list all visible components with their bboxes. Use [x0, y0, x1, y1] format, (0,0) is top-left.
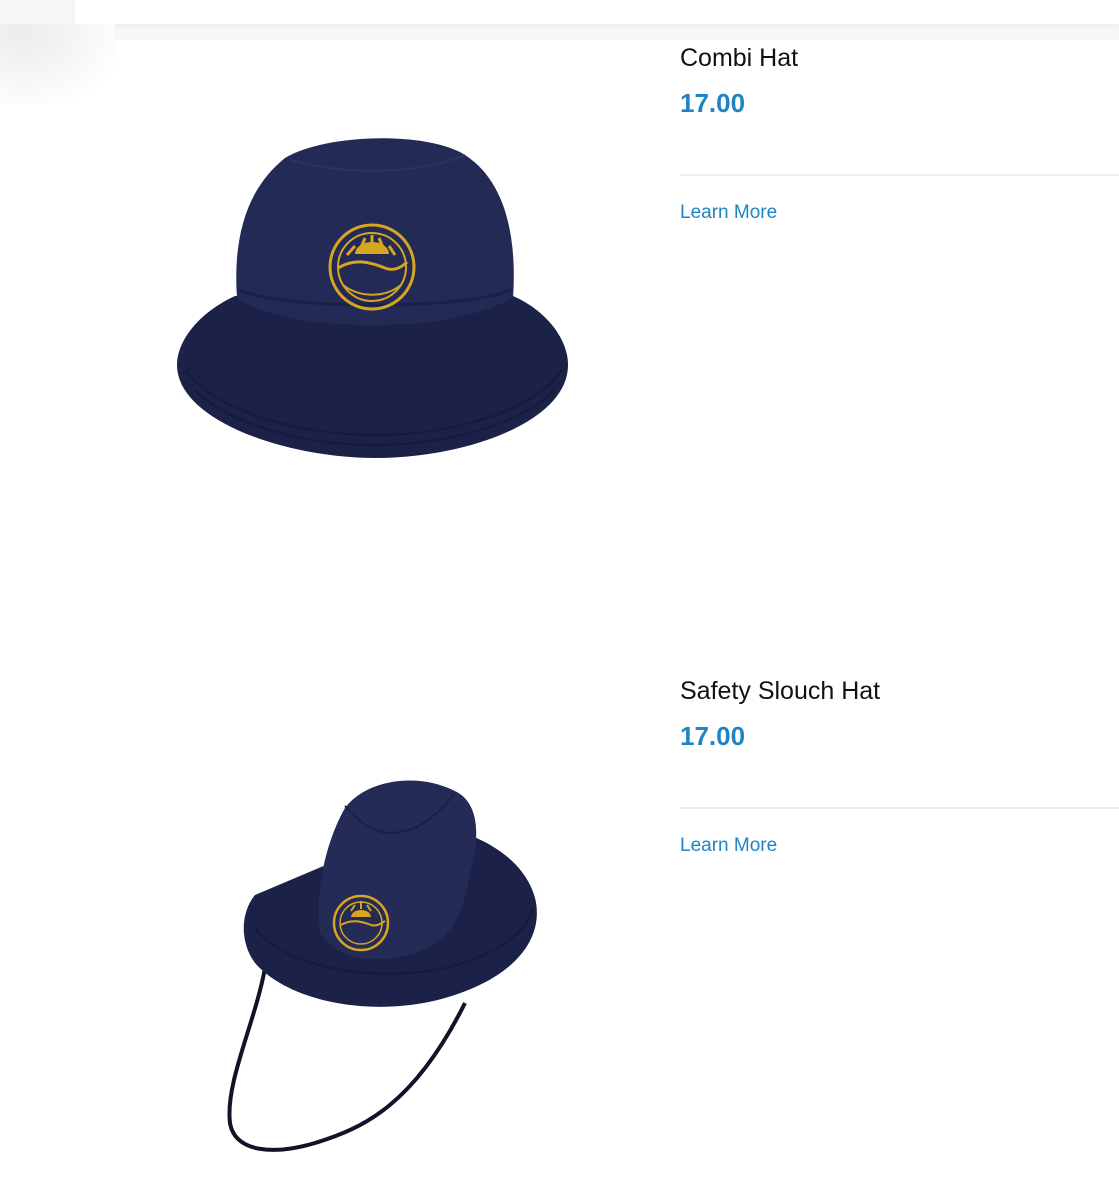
product-name[interactable]: Combi Hat: [680, 40, 1119, 76]
corner-shadow: [0, 24, 115, 104]
product-image-link[interactable]: [115, 673, 635, 1200]
product-info: Combi Hat 17.00 Learn More: [680, 40, 1119, 226]
product-info: Safety Slouch Hat 17.00 Learn More: [680, 673, 1119, 859]
divider: [680, 807, 1119, 809]
product-card-combi-hat: Combi Hat 17.00 Learn More: [115, 40, 1119, 600]
product-list-page: Combi Hat 17.00 Learn More Safety Slouch…: [0, 0, 1119, 1200]
divider: [680, 174, 1119, 176]
safety-slouch-hat-image: [227, 780, 537, 1152]
learn-more-link[interactable]: Learn More: [680, 200, 777, 226]
product-image-link[interactable]: [115, 40, 635, 500]
header-bar: [75, 0, 1119, 24]
product-card-safety-slouch-hat: Safety Slouch Hat 17.00 Learn More: [115, 673, 1119, 1200]
combi-hat-image: [177, 138, 568, 458]
product-name[interactable]: Safety Slouch Hat: [680, 673, 1119, 709]
product-price: 17.00: [680, 721, 746, 751]
learn-more-link[interactable]: Learn More: [680, 833, 777, 859]
product-price: 17.00: [680, 88, 746, 118]
product-list: Combi Hat 17.00 Learn More Safety Slouch…: [115, 40, 1119, 1200]
